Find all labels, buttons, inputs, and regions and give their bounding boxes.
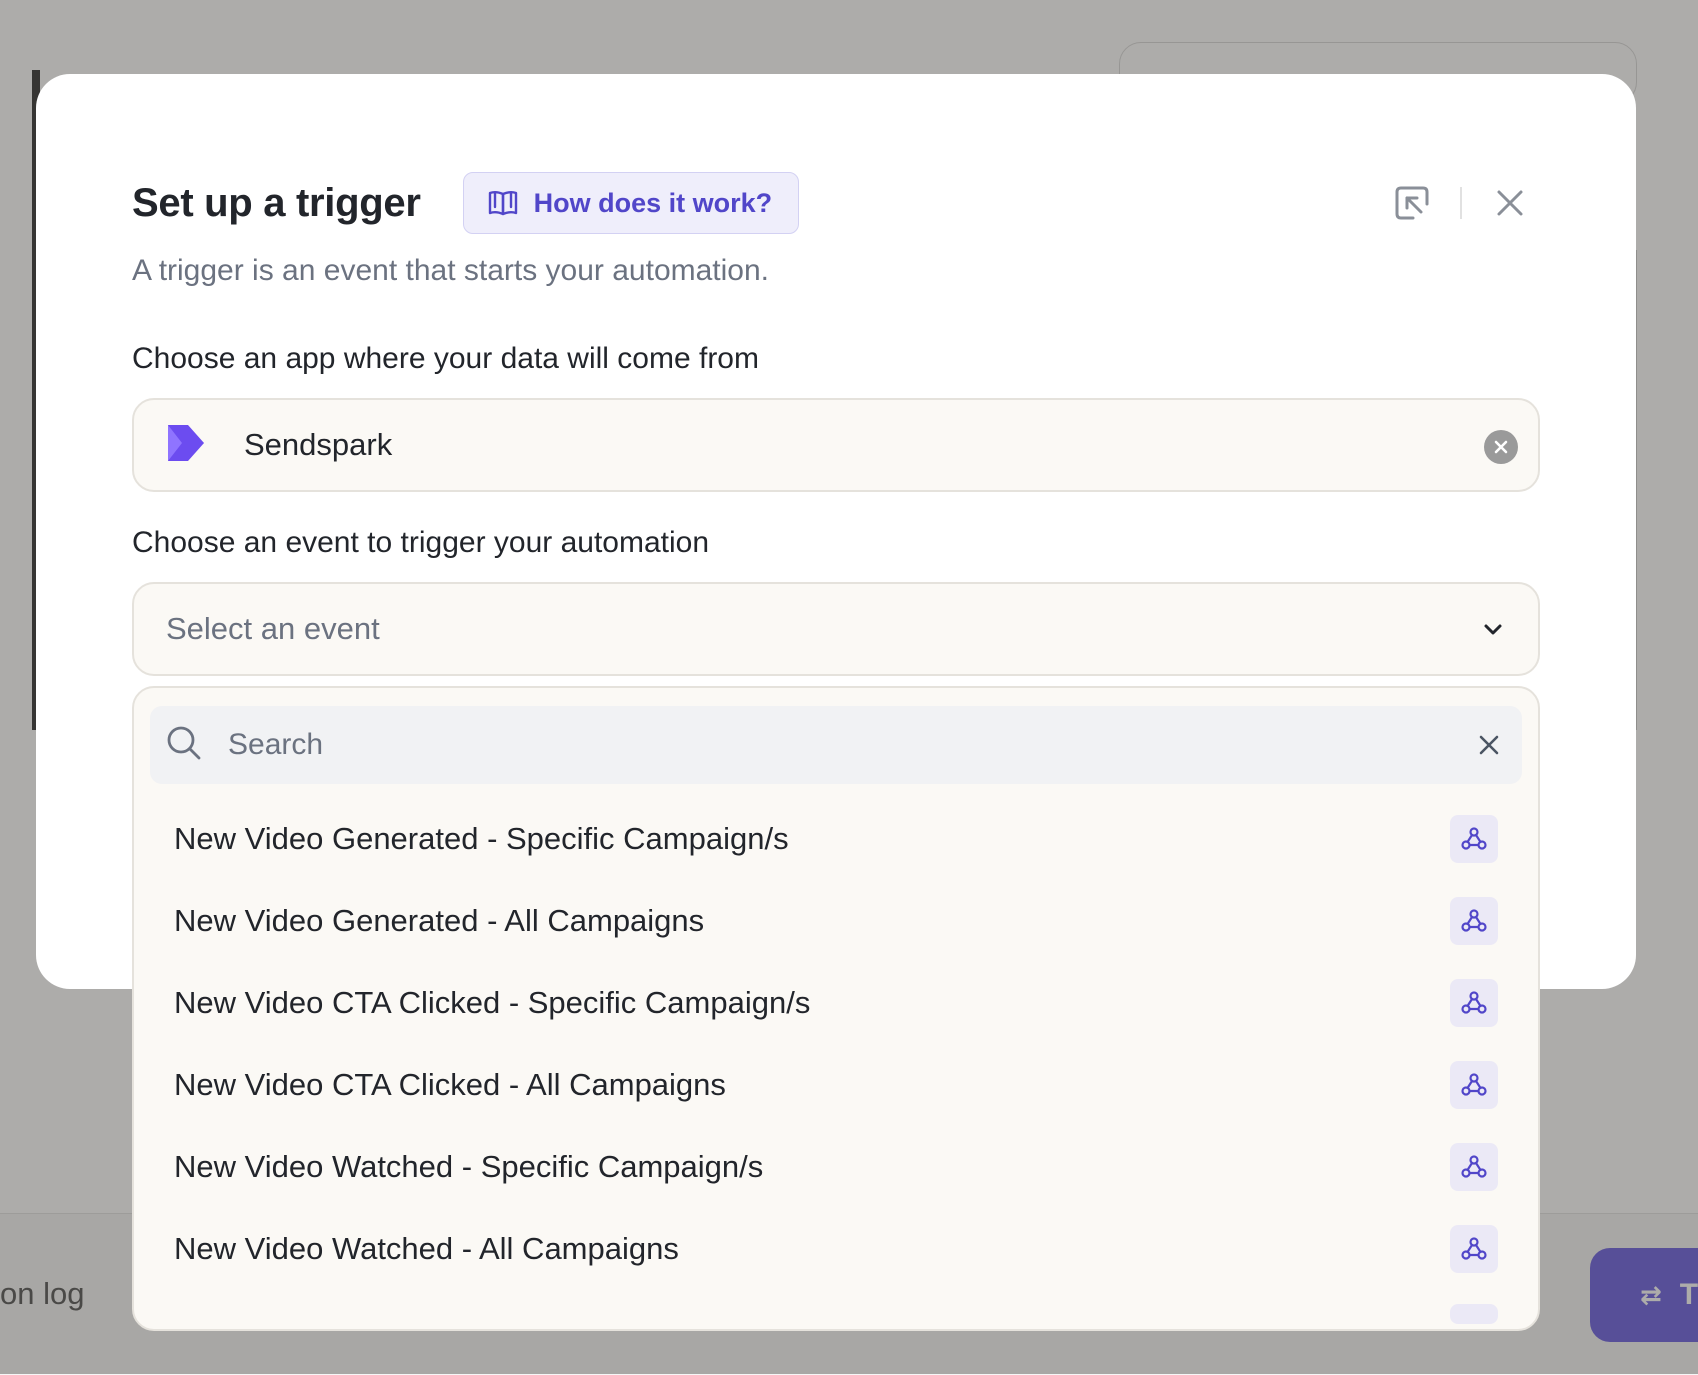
webhook-icon: [1450, 1061, 1498, 1109]
how-does-it-work-label: How does it work?: [533, 187, 773, 218]
controls-divider: [1460, 187, 1462, 219]
event-option[interactable]: New Video Watched - Specific Campaign/s: [134, 1126, 1538, 1208]
event-option[interactable]: New Video Generated - All Campaigns: [134, 880, 1538, 962]
app-select[interactable]: Sendspark: [132, 398, 1540, 492]
how-does-it-work-button[interactable]: How does it work?: [462, 172, 800, 234]
event-option[interactable]: New Video CTA Clicked - All Campaigns: [134, 1044, 1538, 1126]
event-field-label: Choose an event to trigger your automati…: [132, 526, 710, 559]
book-icon: [488, 189, 518, 217]
event-select-placeholder: Select an event: [166, 611, 380, 646]
webhook-icon: [1450, 979, 1498, 1027]
webhook-icon: [1450, 815, 1498, 863]
event-option-label: New Video CTA Clicked - All Campaigns: [174, 1067, 726, 1102]
event-option-label: New Video Generated - All Campaigns: [174, 903, 705, 938]
event-dropdown: New Video Generated - Specific Campaign/…: [132, 686, 1540, 1331]
search-icon: [166, 725, 202, 766]
webhook-icon: [1450, 1225, 1498, 1273]
webhook-icon: [1450, 1304, 1498, 1324]
clear-app-icon[interactable]: [1484, 430, 1518, 464]
event-option[interactable]: New Video CTA Clicked - Specific Campaig…: [134, 962, 1538, 1044]
modal-title: Set up a trigger: [132, 180, 421, 225]
webhook-icon: [1450, 897, 1498, 945]
event-option-label: New Video Watched - All Campaigns: [174, 1231, 679, 1266]
event-search: [150, 706, 1522, 784]
chevron-down-icon: [1482, 618, 1504, 645]
sendspark-logo: [166, 423, 244, 468]
modal-header: Set up a trigger How does it work?: [132, 170, 800, 236]
search-input[interactable]: [226, 714, 1478, 776]
app-field-label: Choose an app where your data will come …: [132, 342, 759, 375]
webhook-icon: [1450, 1143, 1498, 1191]
event-option-partially-visible[interactable]: [134, 1290, 1538, 1329]
event-option-label: New Video Watched - Specific Campaign/s: [174, 1149, 764, 1184]
event-option-label: New Video CTA Clicked - Specific Campaig…: [174, 985, 811, 1020]
event-option[interactable]: New Video Generated - Specific Campaign/…: [134, 798, 1538, 880]
modal-subtitle: A trigger is an event that starts your a…: [132, 254, 770, 287]
event-option[interactable]: New Video Watched - All Campaigns: [134, 1208, 1538, 1290]
event-option-label: New Video Generated - Specific Campaign/…: [174, 821, 789, 856]
collapse-icon[interactable]: [1390, 181, 1434, 225]
selected-app-name: Sendspark: [244, 427, 393, 462]
event-select[interactable]: Select an event: [132, 582, 1540, 676]
event-options-list: New Video Generated - Specific Campaign/…: [134, 798, 1538, 1329]
close-icon[interactable]: [1488, 181, 1532, 225]
modal-window-controls: [1390, 178, 1532, 228]
clear-search-icon[interactable]: [1478, 734, 1500, 756]
